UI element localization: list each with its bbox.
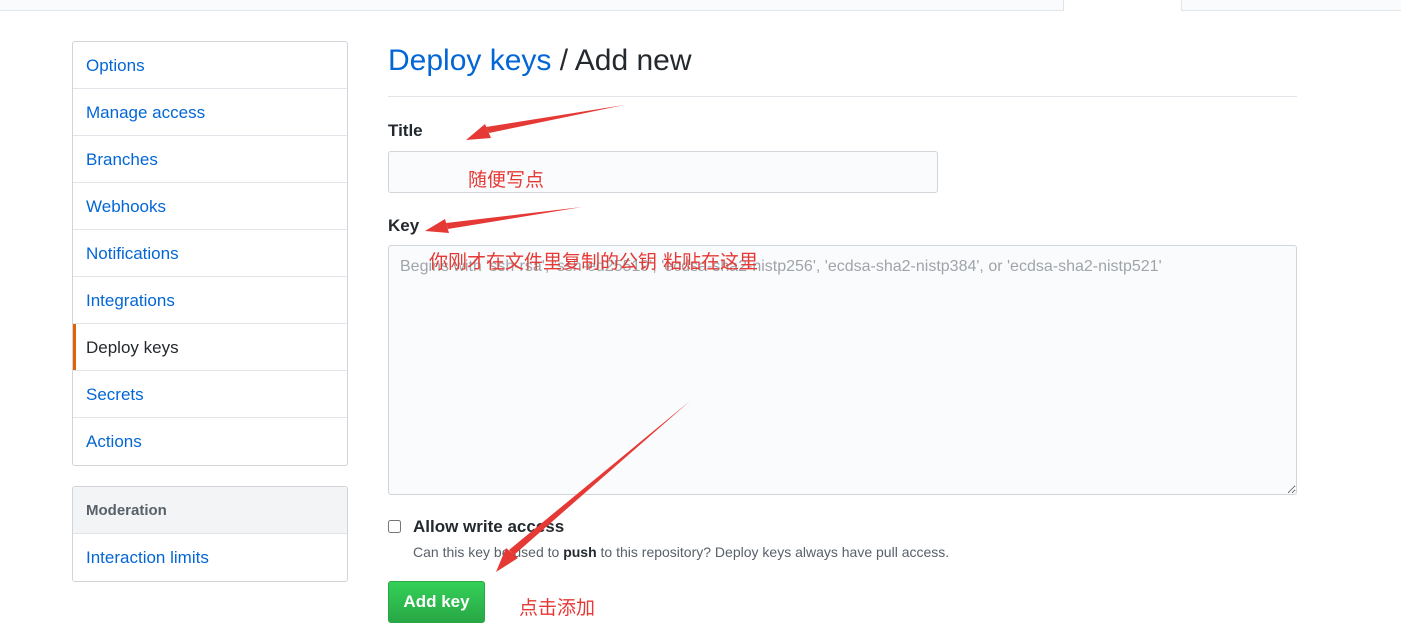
title-annotation: 随便写点 [468, 169, 545, 191]
page-subtitle: Add new [574, 44, 692, 77]
top-tab-left [0, 0, 1064, 11]
submit-annotation: 点击添加 [519, 597, 596, 619]
page-title: Deploy keys / Add new [388, 44, 692, 78]
sidebar-item-options[interactable]: Options [73, 42, 347, 89]
allow-write-access-checkbox[interactable] [388, 520, 401, 533]
breadcrumb-deploy-keys[interactable]: Deploy keys [388, 44, 551, 77]
sidebar-item-notifications[interactable]: Notifications [73, 230, 347, 277]
sidebar-item-integrations[interactable]: Integrations [73, 277, 347, 324]
add-key-button[interactable]: Add key [388, 581, 485, 623]
breadcrumb-separator: / [559, 44, 569, 77]
moderation-heading: Moderation [73, 487, 347, 534]
title-divider [388, 96, 1297, 97]
sidebar-item-branches[interactable]: Branches [73, 136, 347, 183]
sidebar-item-webhooks[interactable]: Webhooks [73, 183, 347, 230]
moderation-sidebar: Moderation Interaction limits [72, 486, 348, 582]
sidebar-item-manage-access[interactable]: Manage access [73, 89, 347, 136]
key-annotation: 你刚才在文件里复制的公钥 粘贴在这里 [429, 251, 759, 273]
note-prefix: Can this key be used to [413, 544, 560, 560]
title-label: Title [388, 121, 423, 140]
top-tab-strip [0, 0, 1401, 11]
allow-write-access-label[interactable]: Allow write access [413, 517, 564, 537]
sidebar-item-secrets[interactable]: Secrets [73, 371, 347, 418]
sidebar-item-actions[interactable]: Actions [73, 418, 347, 465]
sidebar-item-interaction-limits[interactable]: Interaction limits [73, 534, 347, 581]
arrow-to-title [466, 105, 624, 140]
note-bold: push [563, 544, 597, 560]
arrow-to-key [425, 207, 582, 233]
key-textarea[interactable] [388, 245, 1297, 495]
key-label: Key [388, 216, 420, 235]
top-tab-right [1181, 0, 1401, 11]
write-access-note: Can this key be used to push to this rep… [413, 544, 949, 560]
sidebar-item-deploy-keys[interactable]: Deploy keys [73, 324, 347, 371]
settings-sidebar: Options Manage access Branches Webhooks … [72, 41, 348, 466]
note-suffix: to this repository? Deploy keys always h… [600, 544, 950, 560]
